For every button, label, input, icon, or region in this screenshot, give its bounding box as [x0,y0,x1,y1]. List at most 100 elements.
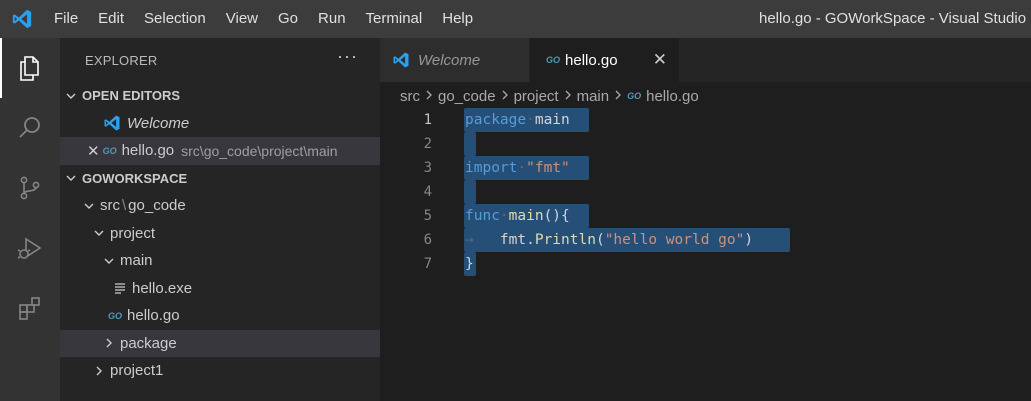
more-actions-icon[interactable]: ··· [337,46,358,67]
breadcrumb-item[interactable]: src [400,88,420,105]
code-editor[interactable]: 1 package·main 2 3 import·"fmt" 4 5 [380,108,1031,276]
tree-label: hello.go [127,307,180,325]
menu-file[interactable]: File [44,0,88,38]
selection-highlight [464,132,476,156]
tab-hello-go[interactable]: GO hello.go ✕ [530,38,679,82]
code-line[interactable]: 1 package · main [380,108,1031,132]
tree-folder-project[interactable]: project [60,220,380,248]
go-file-icon: GO [546,55,561,65]
tab-welcome[interactable]: Welcome [380,38,530,82]
open-editor-welcome[interactable]: Welcome [60,110,380,138]
open-editor-label: Welcome [127,114,190,132]
line-number: 5 [423,208,432,224]
code-line[interactable]: 5 func · main(){ [380,204,1031,228]
tree-label: project1 [110,362,164,380]
code-text: } [465,252,474,276]
tree-file-hello-exe[interactable]: hello.exe [60,275,380,303]
punctuation-token: ( [595,232,605,248]
chevron-down-icon [92,226,106,240]
breadcrumb-item[interactable]: go_code [438,88,496,105]
explorer-title: EXPLORER [85,52,158,68]
window-title: hello.go - GOWorkSpace - Visual Studio C [759,10,1031,27]
selection-highlight [464,180,476,204]
menu-bar: File Edit Selection View Go Run Terminal… [44,0,483,38]
code-text: func · main(){ [465,208,570,224]
menu-go[interactable]: Go [268,0,308,38]
code-text: package · main [465,112,570,128]
menu-help[interactable]: Help [432,0,483,38]
close-icon[interactable]: ✕ [653,50,667,70]
tree-path-separator: \ [122,197,127,215]
code-text: import · "fmt" [465,160,570,176]
source-control-icon[interactable] [0,158,60,218]
activity-bar [0,38,60,401]
breadcrumb-item[interactable]: main [577,88,610,105]
menu-terminal[interactable]: Terminal [356,0,433,38]
line-number: 2 [423,136,432,152]
open-editor-label: hello.go [121,142,175,160]
punctuation-token: (){ [543,208,570,224]
code-line[interactable]: 2 [380,132,1031,156]
explorer-sidebar: EXPLORER ··· OPEN EDITORS Welcome ✕ GO h… [60,38,380,401]
tree-label-go-code: go_code [128,197,186,215]
open-editors-label: OPEN EDITORS [82,88,181,104]
code-line[interactable]: 3 import · "fmt" [380,156,1031,180]
explorer-icon[interactable] [0,38,60,98]
identifier-token: main [534,112,570,128]
go-file-icon: GO [627,91,642,101]
tree-folder-main[interactable]: main [60,247,380,275]
chevron-right-icon [92,364,106,378]
search-icon[interactable] [0,98,60,158]
function-token: Println [534,232,596,248]
workspace-section[interactable]: GOWORKSPACE [60,165,380,193]
keyword-token: package [465,112,527,128]
function-token: main [508,208,544,224]
workspace-label: GOWORKSPACE [82,170,188,186]
menu-edit[interactable]: Edit [88,0,134,38]
tree-label-src: src [100,197,120,215]
tab-label: Welcome [418,51,481,69]
menu-run[interactable]: Run [308,0,356,38]
tree-file-hello-go[interactable]: GO hello.go [60,302,380,330]
tree-folder-project1[interactable]: project1 [60,357,380,385]
run-debug-icon[interactable] [0,218,60,278]
punctuation-token: ) [744,232,754,248]
menu-view[interactable]: View [216,0,268,38]
go-file-icon: GO [102,145,117,156]
code-line[interactable]: 7 } [380,252,1031,276]
line-number: 3 [423,160,432,176]
menu-selection[interactable]: Selection [134,0,216,38]
code-line[interactable]: 6 → fmt. Println("hello world go") [380,228,1031,252]
chevron-right-icon [613,88,623,105]
chevron-down-icon [64,89,78,103]
vscode-icon [392,51,410,69]
tree-label: hello.exe [132,279,193,297]
chevron-down-icon [82,199,96,213]
identifier-token: fmt. [499,232,535,248]
keyword-token: import [465,160,518,176]
punctuation-token: } [465,256,474,272]
code-line[interactable]: 4 [380,180,1031,204]
chevron-down-icon [64,171,78,185]
open-editor-path: src\go_code\project\main [181,142,338,159]
go-file-icon: GO [108,310,123,321]
tab-bar: Welcome GO hello.go ✕ [380,38,1031,82]
string-token: "fmt" [526,160,570,176]
tree-label: project [110,224,156,242]
editor-area: Welcome GO hello.go ✕ src go_code projec… [380,38,1031,401]
chevron-right-icon [563,88,573,105]
tree-folder-src-go-code[interactable]: src \ go_code [60,192,380,220]
open-editor-hello-go[interactable]: ✕ GO hello.go src\go_code\project\main [60,137,380,165]
code-text: → fmt. Println("hello world go") [465,228,753,252]
keyword-token: func [465,208,500,224]
extensions-icon[interactable] [0,278,60,338]
tab-indent-arrow: → [465,232,500,248]
close-icon[interactable]: ✕ [87,142,100,160]
text-file-icon [114,282,126,294]
tree-folder-package[interactable]: package [60,329,380,357]
open-editors-section[interactable]: OPEN EDITORS [60,82,380,110]
breadcrumb-item[interactable]: project [514,88,559,105]
chevron-down-icon [102,254,116,268]
breadcrumb-item[interactable]: hello.go [646,88,699,105]
line-number: 6 [423,232,432,248]
